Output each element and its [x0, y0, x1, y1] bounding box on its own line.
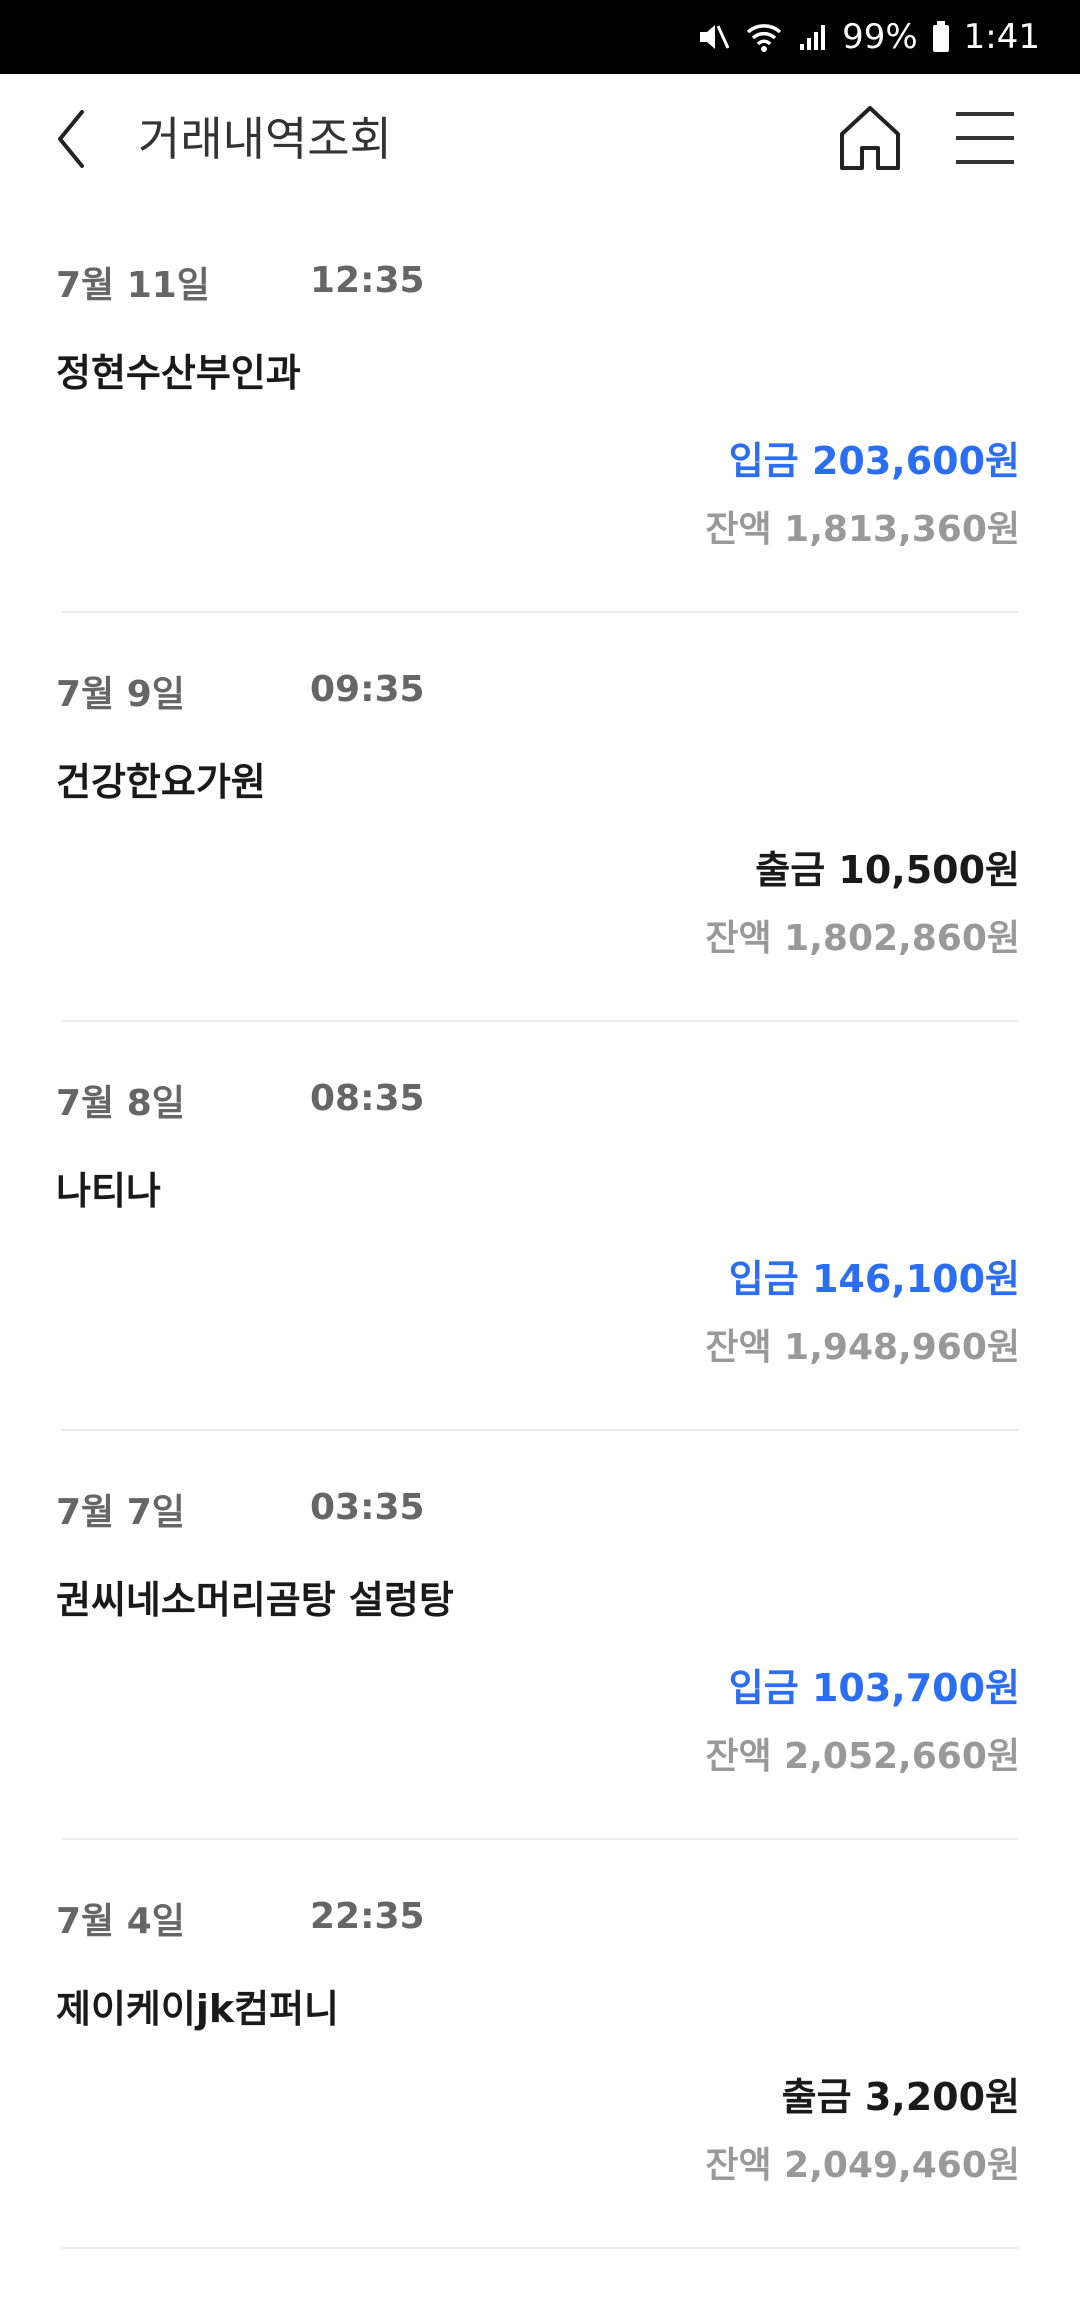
- transaction-time: 12:35: [310, 260, 425, 301]
- transaction-merchant: 권씨네소머리곰탕 설렁탕: [56, 1578, 454, 1622]
- transaction-amount-value: 103,700원: [811, 1666, 1020, 1710]
- battery-percent: 99%: [842, 17, 918, 57]
- transaction-item[interactable]: 7월 8일 08:35 나티나 입금 146,100원 잔액 1,948,960…: [0, 1022, 1080, 1431]
- transaction-date: 7월 4일: [56, 1901, 185, 1942]
- transaction-date: 7월 7일: [56, 1492, 185, 1533]
- balance-label: 잔액: [705, 1736, 772, 1777]
- back-button[interactable]: [52, 104, 112, 184]
- transaction-merchant: 정현수산부인과: [56, 351, 301, 395]
- transaction-type: 입금: [728, 1666, 799, 1710]
- clock: 1:41: [963, 17, 1040, 57]
- back-arrow-icon: [58, 110, 84, 168]
- balance-label: 잔액: [705, 509, 772, 550]
- mute-icon: [696, 20, 730, 54]
- transaction-amount: 입금 203,600원: [729, 430, 1020, 485]
- transaction-type: 입금: [728, 439, 799, 483]
- transaction-time: 22:35: [310, 1896, 425, 1937]
- transaction-time: 09:35: [310, 669, 425, 710]
- transaction-date: 7월 9일: [56, 674, 185, 715]
- transaction-balance: 잔액 1,802,860원: [705, 909, 1020, 961]
- wifi-icon: [744, 20, 784, 54]
- home-button[interactable]: [834, 100, 906, 176]
- transaction-amount-value: 203,600원: [811, 439, 1020, 483]
- signal-icon: [798, 22, 828, 52]
- transaction-amount: 출금 10,500원: [755, 839, 1020, 894]
- balance-value: 1,948,960원: [784, 1327, 1020, 1368]
- balance-label: 잔액: [705, 1327, 772, 1368]
- transaction-balance: 잔액 1,948,960원: [705, 1318, 1020, 1370]
- transaction-type: 출금: [781, 2075, 852, 2119]
- balance-value: 1,802,860원: [784, 918, 1020, 959]
- hamburger-menu-icon: [956, 112, 1014, 164]
- transaction-item[interactable]: 7월 4일 22:35 제이케이jk컴퍼니 출금 3,200원 잔액 2,049…: [0, 1840, 1080, 2249]
- transaction-date: 7월 8일: [56, 1083, 185, 1124]
- transaction-amount-value: 146,100원: [811, 1257, 1020, 1301]
- transaction-balance: 잔액 1,813,360원: [705, 500, 1020, 552]
- home-icon: [840, 106, 900, 170]
- transaction-time: 08:35: [310, 1078, 425, 1119]
- divider: [62, 2247, 1018, 2249]
- page-title: 거래내역조회: [138, 112, 392, 166]
- transaction-amount: 출금 3,200원: [782, 2066, 1020, 2121]
- transaction-list: 7월 11일 12:35 정현수산부인과 입금 203,600원 잔액 1,81…: [0, 204, 1080, 2249]
- transaction-merchant: 건강한요가원: [56, 760, 266, 804]
- balance-value: 1,813,360원: [784, 509, 1020, 550]
- transaction-date: 7월 11일: [56, 265, 210, 306]
- battery-icon: [932, 21, 950, 53]
- menu-button[interactable]: [952, 108, 1018, 168]
- transaction-balance: 잔액 2,049,460원: [705, 2136, 1020, 2188]
- transaction-amount: 입금 103,700원: [729, 1657, 1020, 1712]
- app-header: 거래내역조회: [0, 74, 1080, 204]
- transaction-amount-value: 10,500원: [838, 848, 1020, 892]
- transaction-type: 입금: [728, 1257, 799, 1301]
- balance-value: 2,052,660원: [784, 1736, 1020, 1777]
- transaction-item[interactable]: 7월 9일 09:35 건강한요가원 출금 10,500원 잔액 1,802,8…: [0, 613, 1080, 1022]
- balance-label: 잔액: [705, 2145, 772, 2186]
- transaction-item[interactable]: 7월 7일 03:35 권씨네소머리곰탕 설렁탕 입금 103,700원 잔액 …: [0, 1431, 1080, 1840]
- balance-label: 잔액: [705, 918, 772, 959]
- transaction-amount-value: 3,200원: [864, 2075, 1020, 2119]
- transaction-merchant: 제이케이jk컴퍼니: [56, 1987, 340, 2031]
- transaction-type: 출금: [755, 848, 826, 892]
- transaction-time: 03:35: [310, 1487, 425, 1528]
- status-bar: 99% 1:41: [0, 0, 1080, 74]
- transaction-balance: 잔액 2,052,660원: [705, 1727, 1020, 1779]
- transaction-amount: 입금 146,100원: [729, 1248, 1020, 1303]
- transaction-merchant: 나티나: [56, 1169, 161, 1213]
- balance-value: 2,049,460원: [784, 2145, 1020, 2186]
- transaction-item[interactable]: 7월 11일 12:35 정현수산부인과 입금 203,600원 잔액 1,81…: [0, 204, 1080, 613]
